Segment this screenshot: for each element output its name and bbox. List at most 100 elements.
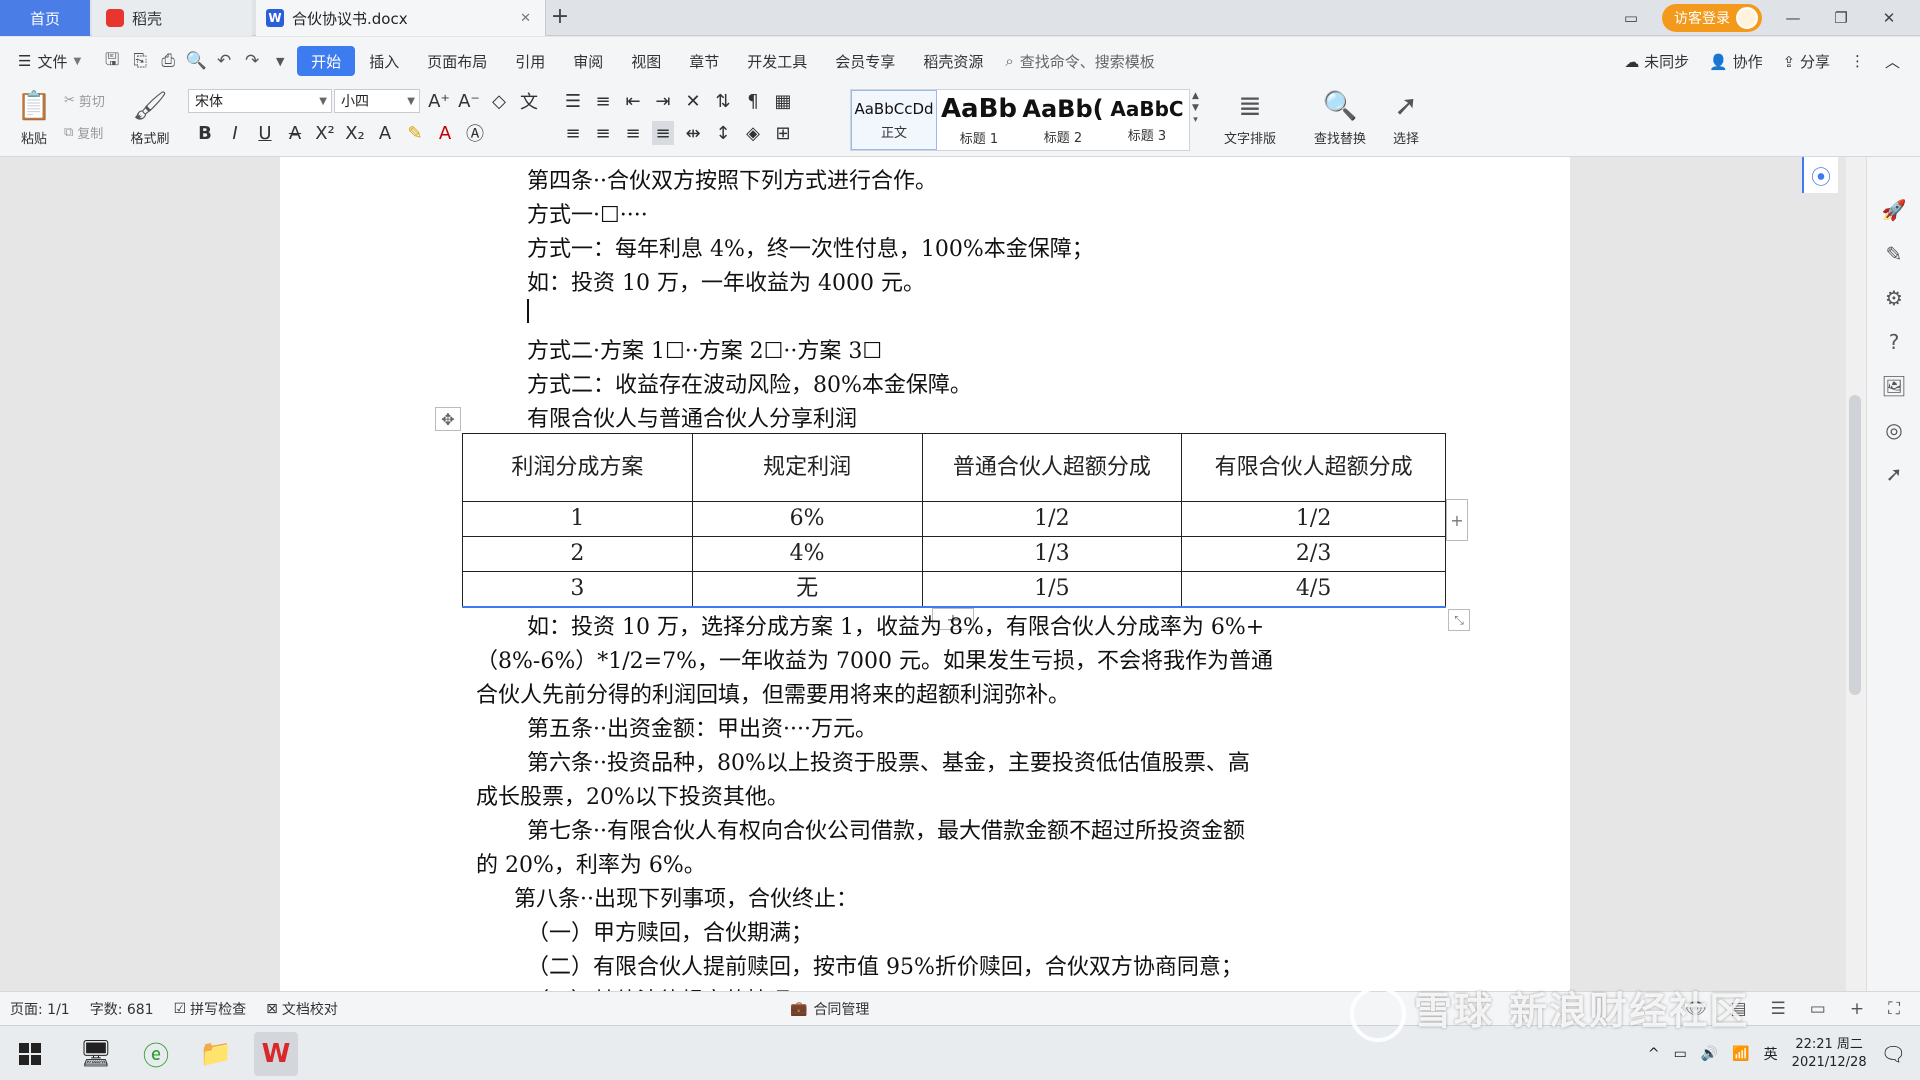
paragraph-article6-line2[interactable]: 成长股票，20%以下投资其他。 (476, 779, 789, 811)
print-icon[interactable]: ⎙ (157, 50, 179, 72)
chevron-up-icon[interactable]: ^ (1648, 1046, 1660, 1062)
table-cell[interactable]: 3 (462, 571, 693, 608)
grow-font-icon[interactable]: A⁺ (428, 89, 450, 113)
redo-icon[interactable]: ↷ (241, 50, 263, 72)
table-cell[interactable]: 2 (462, 536, 693, 572)
paragraph-article8[interactable]: 第八条··出现下列事项，合伙终止： (514, 881, 858, 913)
cut-button[interactable]: ✂ 剪切 (64, 91, 105, 110)
style-heading3[interactable]: AaBbC 标题 3 (1105, 90, 1189, 150)
tab-references[interactable]: 引用 (501, 46, 559, 76)
font-size-select[interactable]: 小四 ▼ (334, 89, 420, 113)
paragraph-method1[interactable]: 方式一：每年利息 4%，终一次性付息，100%本金保障； (527, 231, 1094, 263)
find-replace-button[interactable]: 🔍 查找替换 (1302, 87, 1378, 153)
sort-icon[interactable]: ⇅ (712, 89, 734, 113)
tab-docer-resources[interactable]: 稻壳资源 (909, 46, 997, 76)
taskbar-wps-app[interactable]: W (254, 1032, 298, 1076)
paragraph-article7-line2[interactable]: 的 20%，利率为 6%。 (476, 847, 706, 879)
table-cell[interactable]: 1/3 (921, 536, 1183, 572)
paragraph-article4[interactable]: 第四条··合伙双方按照下列方式进行合作。 (527, 163, 937, 195)
location-pin-icon[interactable]: ⦿ (1802, 157, 1838, 193)
paragraph-example-line2[interactable]: （8%-6%）*1/2=7%，一年收益为 7000 元。如果发生亏损，不会将我作… (476, 643, 1273, 675)
table-header-cell[interactable]: 普通合伙人超额分成 (921, 433, 1183, 502)
decrease-indent-icon[interactable]: ⇤ (622, 89, 644, 113)
paragraph-article7-line1[interactable]: 第七条··有限合伙人有权向合伙公司借款，最大借款金额不超过所投资金额 (527, 813, 1245, 845)
zoom-in-icon[interactable]: + (1850, 999, 1864, 1019)
save-icon[interactable]: 🖫 (101, 50, 123, 72)
copy-button[interactable]: ⧉ 复制 (64, 123, 103, 142)
print-preview-icon[interactable]: 🔍 (185, 50, 207, 72)
style-heading1[interactable]: AaBb 标题 1 (937, 90, 1021, 150)
distributed-icon[interactable]: ⇹ (682, 121, 704, 145)
paragraph-method2[interactable]: 方式二：收益存在波动风险，80%本金保障。 (527, 367, 972, 399)
paragraph-article5[interactable]: 第五条··出资金额：甲出资····万元。 (527, 711, 877, 743)
shrink-font-icon[interactable]: A⁻ (458, 89, 480, 113)
superscript-icon[interactable]: X² (314, 121, 336, 145)
taskbar-explorer-app[interactable]: 📁 (194, 1032, 238, 1076)
export-pdf-icon[interactable]: ⎘ (129, 50, 151, 72)
table-header-cell[interactable]: 利润分成方案 (462, 433, 693, 502)
visitor-login-button[interactable]: 访客登录 (1662, 4, 1762, 32)
paragraph-example-line1[interactable]: 如：投资 10 万，选择分成方案 1，收益为 8%，有限合伙人分成率为 6%+ (527, 609, 1264, 641)
paragraph-article6-line1[interactable]: 第六条··投资品种，80%以上投资于股票、基金，主要投资低估值股票、高 (527, 745, 1250, 777)
paragraph-method2-options[interactable]: 方式二·方案 1☐··方案 2☐··方案 3☐ (527, 333, 882, 365)
table-cell[interactable]: 2/3 (1181, 536, 1446, 572)
notification-icon[interactable]: 🗨 (1881, 1042, 1906, 1066)
paste-button[interactable]: 📋 粘贴 (4, 87, 64, 153)
style-heading2[interactable]: AaBb( 标题 2 (1021, 90, 1105, 150)
add-column-button[interactable]: + (1446, 499, 1468, 541)
line-spacing-icon[interactable]: ↕ (712, 121, 734, 145)
more-icon[interactable]: ⋮ (1850, 52, 1865, 70)
tab-docer[interactable]: 稻壳 (92, 0, 252, 36)
chinese-layout-icon[interactable]: ✕ (682, 89, 704, 113)
network-icon[interactable]: 📶 (1732, 1046, 1749, 1062)
command-search[interactable]: ⌕ 查找命令、搜索模板 (1005, 51, 1154, 72)
shading-icon[interactable]: ◈ (742, 121, 764, 145)
table-cell[interactable]: 4/5 (1181, 571, 1446, 608)
style-gallery-scroll[interactable]: ▲ ▼ ▾ (1192, 91, 1199, 125)
restore-icon[interactable]: ❐ (1824, 0, 1858, 36)
new-tab-button[interactable]: + (548, 6, 572, 30)
taskbar-desktop-app[interactable]: 🖥 (74, 1032, 118, 1076)
table-cell[interactable]: 4% (691, 536, 923, 572)
taskbar-browser-app[interactable]: ⓔ (134, 1032, 178, 1076)
bold-icon[interactable]: B (194, 121, 216, 145)
tab-insert[interactable]: 插入 (355, 46, 413, 76)
table-resize-handle[interactable]: ⤡ (1448, 609, 1470, 631)
collapse-ribbon-icon[interactable]: ︿ (1885, 51, 1900, 72)
outline-view-icon[interactable]: ☰ (1771, 999, 1786, 1019)
tab-chapter[interactable]: 章节 (675, 46, 733, 76)
table-cell[interactable]: 1/5 (921, 571, 1183, 608)
style-normal[interactable]: AaBbCcDd 正文 (851, 90, 937, 150)
increase-indent-icon[interactable]: ⇥ (652, 89, 674, 113)
table-icon[interactable]: ▦ (772, 89, 794, 113)
tab-close-icon[interactable]: ✕ (520, 11, 531, 26)
share-button[interactable]: ⇪ 分享 (1783, 51, 1830, 72)
collab-button[interactable]: 👤 协作 (1709, 51, 1762, 72)
close-window-icon[interactable]: ✕ (1872, 0, 1906, 36)
tab-start[interactable]: 开始 (297, 46, 356, 76)
fullscreen-icon[interactable]: ⛶ (1888, 999, 1900, 1019)
paragraph-method1-example[interactable]: 如：投资 10 万，一年收益为 4000 元。 (527, 265, 925, 297)
battery-icon[interactable]: ▭ (1674, 1046, 1687, 1062)
file-menu[interactable]: ☰ 文件 ▼ (18, 51, 81, 72)
align-right-icon[interactable]: ≡ (622, 121, 644, 145)
font-name-select[interactable]: 宋体 ▼ (188, 89, 332, 113)
table-move-handle[interactable]: ✥ (435, 407, 461, 431)
start-button[interactable] (8, 1032, 52, 1076)
table-cell[interactable]: 1 (462, 501, 693, 537)
scrollbar-thumb[interactable] (1849, 395, 1861, 695)
volume-icon[interactable]: 🔊 (1701, 1046, 1718, 1062)
web-view-icon[interactable]: ▭ (1810, 999, 1826, 1019)
table-header-cell[interactable]: 有限合伙人超额分成 (1181, 433, 1446, 502)
paragraph-term-1[interactable]: （一）甲方赎回，合伙期满； (527, 915, 813, 947)
paragraph-term-3[interactable]: （三）其他法律规定的情况 (527, 983, 791, 991)
tab-developer[interactable]: 开发工具 (733, 46, 821, 76)
justify-icon[interactable]: ≡ (652, 121, 674, 145)
format-painter-button[interactable]: 🖌 格式刷 (120, 87, 180, 153)
phonetic-icon[interactable]: 文 (518, 89, 540, 113)
select-button[interactable]: ➚ 选择 (1378, 87, 1434, 153)
plugin-icon[interactable]: ◎ (1881, 417, 1907, 443)
tab-member[interactable]: 会员专享 (821, 46, 909, 76)
paragraph-term-2[interactable]: （二）有限合伙人提前赎回，按市值 95%折价赎回，合伙双方协商同意； (527, 949, 1243, 981)
font-color-icon[interactable]: A (434, 121, 456, 145)
